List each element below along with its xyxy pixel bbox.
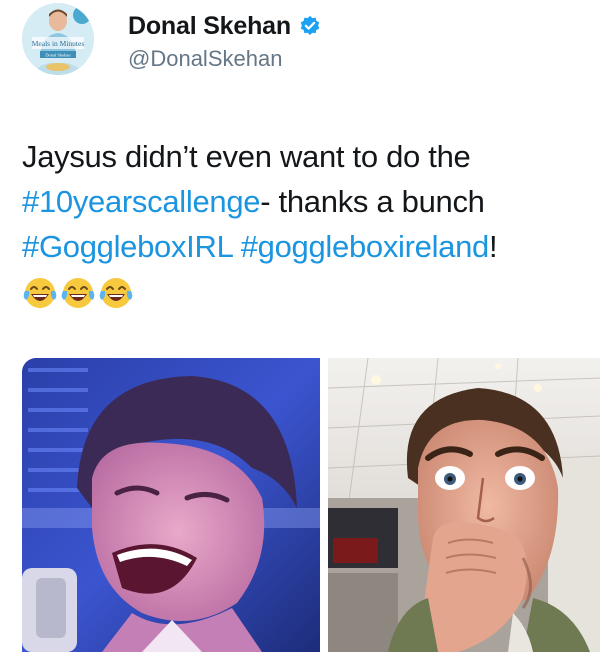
hashtag-link-goggleboxireland[interactable]: #goggleboxireland xyxy=(241,229,490,264)
media-photo-1[interactable] xyxy=(22,358,320,652)
emoji-row xyxy=(22,275,592,311)
tweet: Meals in Minutes Donal Skehan Donal Skeh… xyxy=(0,0,600,652)
svg-text:Donal Skehan: Donal Skehan xyxy=(45,53,71,58)
name-row: Donal Skehan xyxy=(128,10,321,42)
verified-badge-icon xyxy=(299,15,321,37)
photo-young-man-laughing-icon xyxy=(22,358,320,652)
media-photo-2[interactable] xyxy=(328,358,600,652)
hashtag-link-10yearscallenge[interactable]: #10yearscallenge xyxy=(22,184,261,219)
face-with-tears-of-joy-icon xyxy=(60,275,96,311)
tweet-line-2: #10yearscallenge- thanks a bunch xyxy=(22,179,592,224)
profile-photo-icon: Meals in Minutes Donal Skehan xyxy=(22,3,94,75)
hashtag-link-goggleboxirl[interactable]: #GoggleboxIRL xyxy=(22,229,233,264)
media-grid xyxy=(22,358,600,652)
tweet-text-fragment: ! xyxy=(489,229,498,264)
face-with-tears-of-joy-icon xyxy=(22,275,58,311)
tweet-line-1: Jaysus didn’t even want to do the xyxy=(22,139,471,174)
face-with-tears-of-joy-icon xyxy=(98,275,134,311)
avatar[interactable]: Meals in Minutes Donal Skehan xyxy=(22,3,94,75)
photo-man-selfie-surprised-icon xyxy=(328,358,600,652)
author-info: Donal Skehan @DonalSkehan xyxy=(128,10,321,72)
display-name[interactable]: Donal Skehan xyxy=(128,12,291,41)
tweet-text: Jaysus didn’t even want to do the #10yea… xyxy=(22,134,592,311)
svg-text:Meals in Minutes: Meals in Minutes xyxy=(32,39,85,48)
user-handle[interactable]: @DonalSkehan xyxy=(128,46,321,72)
tweet-line-3: #GoggleboxIRL #goggleboxireland! xyxy=(22,224,592,269)
tweet-text-fragment: - thanks a bunch xyxy=(260,184,485,219)
